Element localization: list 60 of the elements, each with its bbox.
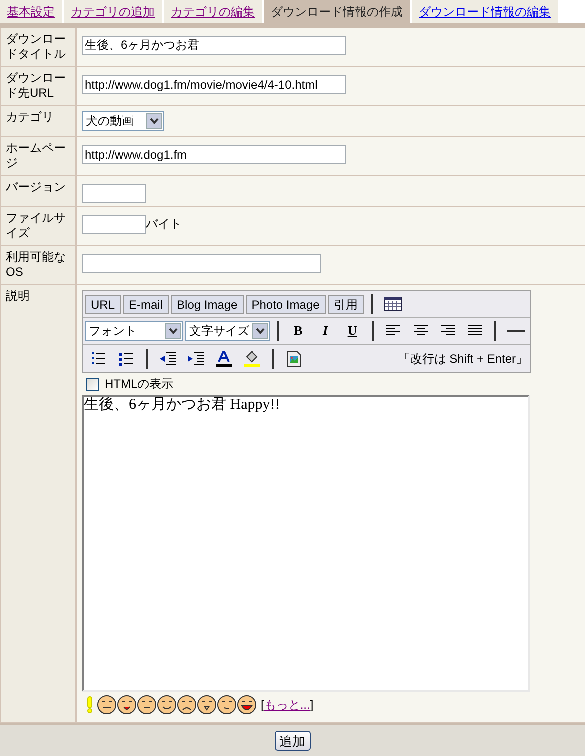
toolbar-button[interactable]: Blog Image [171,294,244,314]
indent-icon[interactable] [188,352,204,366]
smiley-icon[interactable] [117,695,137,715]
text-area[interactable]: 生後、6ヶ月かつお君 Happy!! [82,395,530,692]
justify-icon[interactable] [468,325,482,337]
category-select[interactable]: 犬の動画 [82,111,164,131]
tab[interactable]: カテゴリの追加 [64,0,162,23]
input-field[interactable]: http://www.dog1.fm/movie/movie4/4-10.html [82,75,346,94]
format-button[interactable]: U [340,320,366,342]
table-icon[interactable] [384,297,402,311]
tab[interactable]: カテゴリの編集 [164,0,262,23]
field-label: カテゴリ [6,110,54,124]
field-label: 説明 [6,289,30,303]
smiley-icon[interactable] [157,695,177,715]
field-label: ダウンロード先URL [6,71,66,100]
field-label: ダウンロードタイトル [6,32,66,61]
smiley-icon[interactable] [197,695,217,715]
horizontal-rule-icon[interactable] [506,329,525,333]
checkbox-label: HTMLの表示 [105,376,174,393]
input-field[interactable]: http://www.dog1.fm [82,145,346,164]
toolbar-select[interactable]: フォント [85,321,184,341]
toolbar-select[interactable]: 文字サイズ [185,321,270,341]
format-button[interactable]: B [286,320,311,342]
add-button[interactable]: 追加 [274,730,310,750]
smiley-icon[interactable] [137,695,157,715]
input-field[interactable]: 生後、6ヶ月かつお君 [82,36,346,55]
image-file-icon[interactable] [287,350,301,366]
smiley-icon[interactable] [97,695,117,715]
smiley-icon[interactable] [217,695,237,715]
line-break-hint: 「改行は Shift + Enter」 [398,350,528,368]
smiley-icon[interactable] [177,695,197,715]
unit-label: バイト [146,216,182,233]
numbered-list-icon[interactable] [91,352,105,366]
toolbar-button[interactable]: Photo Image [246,294,326,314]
tab[interactable]: 基本設定 [0,0,62,23]
align-center-icon[interactable] [414,325,428,337]
bracket: [ [261,697,264,714]
paint-bucket-icon[interactable] [244,350,260,366]
field-label: ファイルサイズ [6,211,66,240]
input-field[interactable] [82,215,146,234]
bullet-list-icon[interactable] [119,352,133,366]
text-color-icon[interactable] [216,350,232,366]
tab[interactable]: ダウンロード情報の編集 [412,0,558,23]
outdent-icon[interactable] [160,352,176,366]
toolbar-button[interactable]: E-mail [123,294,170,314]
field-label: バージョン [6,180,66,194]
input-field[interactable] [82,184,146,203]
field-label: ホームページ [6,141,66,170]
align-right-icon[interactable] [440,325,455,337]
align-left-icon[interactable] [386,325,400,337]
toolbar-button[interactable]: 引用 [328,294,364,314]
input-field[interactable] [82,254,321,273]
checkbox[interactable] [86,378,99,390]
format-button[interactable]: I [312,320,338,342]
tab[interactable]: ダウンロード情報の作成 [264,0,410,23]
field-label: 利用可能なOS [6,250,66,279]
toolbar-button[interactable]: URL [85,294,122,314]
more-link[interactable]: もっと... [264,696,310,714]
bracket: ] [310,697,314,714]
smiley-icon[interactable] [237,695,257,715]
